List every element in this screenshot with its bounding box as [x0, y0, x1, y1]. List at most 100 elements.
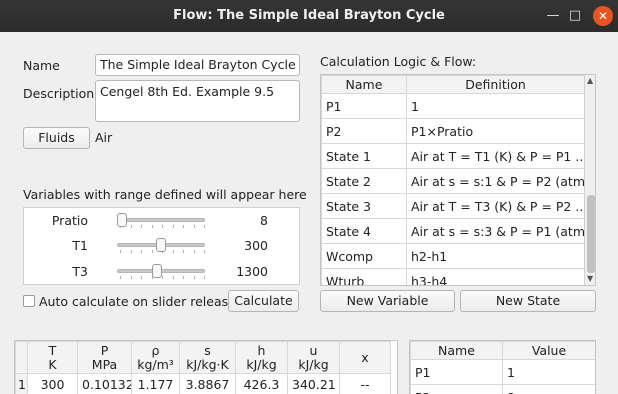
states-column-unit: kJ/kg·K: [186, 356, 229, 372]
states-row-index[interactable]: 1: [15, 373, 28, 394]
logic-cell-definition[interactable]: h2-h1: [406, 243, 585, 269]
states-cell[interactable]: 340.21: [287, 373, 340, 394]
results-cell-name[interactable]: P1: [410, 359, 503, 385]
states-cell[interactable]: 300: [27, 373, 78, 394]
name-input[interactable]: The Simple Ideal Brayton Cycle: [95, 54, 300, 76]
results-table-panel: Name Value P11P28: [409, 340, 596, 394]
states-cell[interactable]: 0.10132: [77, 373, 132, 394]
slider-tick: [204, 225, 205, 228]
states-column-header[interactable]: ρ kg/m³: [131, 341, 180, 374]
states-column-unit: K: [48, 356, 57, 372]
logic-cell-name[interactable]: State 4: [321, 218, 407, 244]
minimize-icon[interactable]: —: [543, 6, 563, 26]
slider-tick: [151, 225, 153, 228]
slider-tick: [130, 225, 132, 228]
states-column-unit: kg/m³: [137, 356, 174, 372]
states-row[interactable]: 1 300 0.10132 1.177 3.8867 426.3 340.21 --: [15, 373, 391, 394]
states-column-header[interactable]: x: [339, 341, 391, 374]
description-label: Description: [23, 86, 95, 101]
results-column-value[interactable]: Value: [502, 341, 595, 360]
slider-tick: [141, 276, 142, 279]
states-cell[interactable]: 426.3: [235, 373, 288, 394]
slider-tick: [141, 250, 142, 253]
states-column-header[interactable]: P MPa: [77, 341, 132, 374]
states-column-unit: kJ/kg: [246, 356, 277, 372]
fluid-value: Air: [95, 130, 113, 145]
results-row[interactable]: P1 1: [410, 359, 595, 385]
slider-value-0: 8: [260, 213, 268, 228]
results-cell-name[interactable]: P2: [410, 384, 503, 394]
logic-column-name[interactable]: Name: [321, 75, 407, 94]
slider-handle-0[interactable]: [117, 213, 127, 227]
fluids-button[interactable]: Fluids: [23, 127, 90, 149]
states-column-header[interactable]: u kJ/kg: [287, 341, 340, 374]
logic-scroll-thumb[interactable]: [587, 195, 595, 273]
scroll-up-icon[interactable]: ▲: [587, 76, 593, 85]
window-title: Flow: The Simple Ideal Brayton Cycle: [173, 8, 445, 23]
slider-track-0[interactable]: [117, 218, 205, 222]
results-row[interactable]: P28: [410, 384, 595, 394]
slider-tick: [120, 250, 121, 253]
states-column-header[interactable]: s kJ/kg·K: [179, 341, 236, 374]
slider-tick: [183, 250, 184, 253]
logic-table: Name Definition P1 1 P2 P1×Pratio State 1 Air…: [321, 75, 585, 285]
new-variable-button[interactable]: New Variable: [320, 290, 455, 312]
logic-row[interactable]: State 3 Air at T = T3 (K) & P = P2 ...: [321, 193, 585, 219]
maximize-icon[interactable]: □: [565, 6, 585, 26]
close-icon[interactable]: ✕: [593, 6, 613, 26]
logic-cell-name[interactable]: State 1: [321, 143, 407, 169]
states-table: T K P MPa ρ kg/m³ s kJ/kg·K h kJ/kg u kJ/kg x 1 300 0.…: [15, 341, 391, 394]
new-state-button[interactable]: New State: [460, 290, 596, 312]
logic-scrollbar[interactable]: ▲ ▼: [584, 75, 595, 285]
logic-cell-name[interactable]: Wturb: [321, 268, 407, 285]
logic-cell-name[interactable]: State 3: [321, 193, 407, 219]
logic-cell-definition[interactable]: Air at T = T3 (K) & P = P2 ...: [406, 193, 585, 219]
results-cell-value[interactable]: 8: [502, 384, 595, 394]
states-cell[interactable]: --: [339, 373, 391, 394]
name-label: Name: [23, 58, 60, 73]
slider-label-1: T1: [72, 238, 88, 253]
results-column-name[interactable]: Name: [410, 341, 503, 360]
logic-row[interactable]: Wturb h3-h4: [321, 268, 585, 285]
states-column-symbol: s: [204, 342, 211, 358]
logic-cell-definition[interactable]: Air at T = T1 (K) & P = P1 ...: [406, 143, 585, 169]
results-cell-value[interactable]: 1: [502, 359, 595, 385]
logic-row[interactable]: P2 P1×Pratio: [321, 118, 585, 144]
logic-cell-definition[interactable]: h3-h4: [406, 268, 585, 285]
slider-tick: [183, 276, 184, 279]
calculate-button[interactable]: Calculate: [228, 290, 299, 312]
description-input[interactable]: Cengel 8th Ed. Example 9.5: [95, 80, 300, 122]
logic-cell-definition[interactable]: P1×Pratio: [406, 118, 585, 144]
slider-tick: [172, 250, 174, 253]
logic-row[interactable]: State 4 Air at s = s:3 & P = P1 (atm): [321, 218, 585, 244]
states-column-header[interactable]: TK: [27, 341, 78, 374]
logic-cell-name[interactable]: P2: [321, 118, 407, 144]
slider-tick: [172, 225, 174, 228]
logic-cell-name[interactable]: Wcomp: [321, 243, 407, 269]
logic-cell-definition[interactable]: Air at s = s:1 & P = P2 (atm): [406, 168, 585, 194]
auto-calculate-checkbox[interactable]: [23, 295, 35, 307]
logic-cell-name[interactable]: State 2: [321, 168, 407, 194]
logic-row[interactable]: P1 1: [321, 93, 585, 119]
slider-handle-1[interactable]: [156, 238, 166, 252]
slider-tick: [141, 225, 142, 228]
logic-column-definition[interactable]: Definition: [406, 75, 585, 94]
slider-handle-2[interactable]: [152, 264, 163, 278]
logic-cell-definition[interactable]: 1: [406, 93, 585, 119]
slider-value-1: 300: [244, 238, 268, 253]
logic-cell-name[interactable]: P1: [321, 93, 407, 119]
slider-tick: [193, 276, 195, 279]
states-cell[interactable]: 3.8867: [179, 373, 236, 394]
slider-tick: [204, 276, 205, 279]
slider-label-0: Pratio: [51, 213, 88, 228]
logic-row[interactable]: Wcomp h2-h1: [321, 243, 585, 269]
logic-row[interactable]: State 1 Air at T = T1 (K) & P = P1 ...: [321, 143, 585, 169]
states-column-header[interactable]: h kJ/kg: [235, 341, 288, 374]
states-column-symbol: h: [257, 342, 266, 358]
scroll-down-icon[interactable]: ▼: [587, 274, 593, 283]
logic-cell-definition[interactable]: Air at s = s:3 & P = P1 (atm): [406, 218, 585, 244]
logic-table-panel: Name Definition P1 1 P2 P1×Pratio State 1 Air…: [320, 74, 596, 286]
states-column-symbol: T: [48, 342, 57, 358]
states-cell[interactable]: 1.177: [131, 373, 180, 394]
logic-row[interactable]: State 2 Air at s = s:1 & P = P2 (atm): [321, 168, 585, 194]
